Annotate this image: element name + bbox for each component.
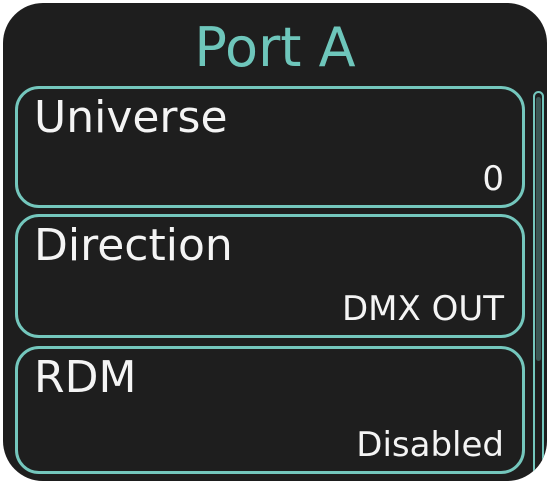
scrollbar-thumb[interactable]	[536, 97, 541, 361]
menu-item-label: RDM	[34, 352, 137, 403]
menu-item-label: Universe	[34, 92, 228, 143]
menu-item-value: DMX OUT	[341, 289, 504, 329]
menu-item-label: Direction	[34, 220, 233, 271]
menu-item-value: Disabled	[356, 425, 504, 465]
menu-item-value: 0	[482, 159, 504, 199]
menu-item-rdm[interactable]: RDM Disabled	[15, 346, 525, 474]
menu-item-direction[interactable]: Direction DMX OUT	[15, 214, 525, 338]
menu-item-universe[interactable]: Universe 0	[15, 86, 525, 208]
page-title: Port A	[194, 16, 356, 79]
scrollbar[interactable]	[533, 91, 544, 477]
device-screen: Port A Universe 0 Direction DMX OUT RDM …	[3, 3, 547, 481]
